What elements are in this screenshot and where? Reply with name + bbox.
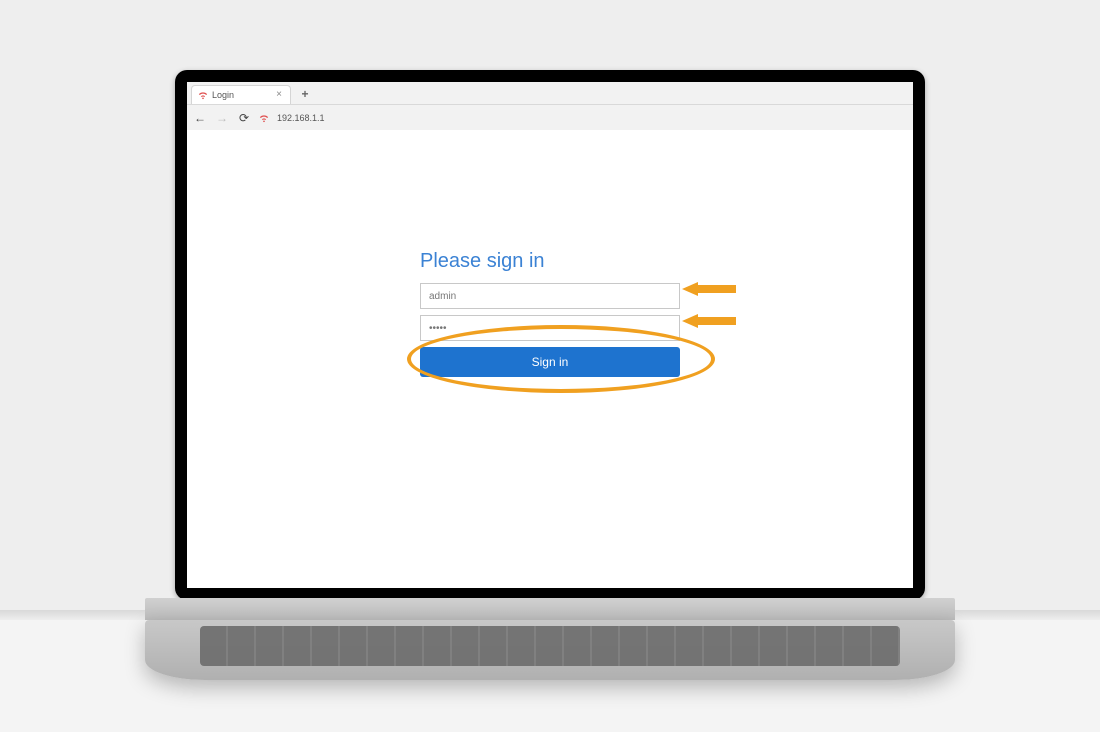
address-bar[interactable]: 192.168.1.1 [259,113,325,123]
signin-button[interactable]: Sign in [420,347,680,377]
browser-chrome: Login × + ← → ⟳ 192.168.1.1 [187,82,913,131]
signin-heading: Please sign in [420,250,680,273]
laptop-screen: Login × + ← → ⟳ 192.168.1.1 [187,82,913,588]
browser-tab[interactable]: Login × [191,85,291,104]
browser-toolbar: ← → ⟳ 192.168.1.1 [187,105,913,131]
laptop-bezel: Login × + ← → ⟳ 192.168.1.1 [175,70,925,600]
annotation-arrow-password [682,314,736,328]
arrow-head-icon [682,314,698,328]
arrow-shaft [698,317,736,325]
laptop-keyboard [200,626,900,666]
username-field[interactable] [420,283,680,309]
tab-close-icon[interactable]: × [274,90,284,100]
annotation-arrow-username [682,282,736,296]
arrow-head-icon [682,282,698,296]
page-body: Please sign in Sign in [187,130,913,588]
reload-button[interactable]: ⟳ [237,111,251,125]
laptop-hinge [145,598,955,620]
login-form: Please sign in Sign in [420,250,680,377]
new-tab-button[interactable]: + [297,87,313,101]
tab-bar: Login × + [187,82,913,105]
address-text: 192.168.1.1 [277,113,325,123]
tab-title: Login [212,90,274,100]
wifi-addr-icon [259,113,269,123]
forward-button[interactable]: → [215,111,229,125]
password-field[interactable] [420,315,680,341]
arrow-shaft [698,285,736,293]
back-button[interactable]: ← [193,111,207,125]
wifi-favicon-icon [198,90,208,100]
scene: Login × + ← → ⟳ 192.168.1.1 [0,0,1100,732]
laptop: Login × + ← → ⟳ 192.168.1.1 [145,70,955,710]
